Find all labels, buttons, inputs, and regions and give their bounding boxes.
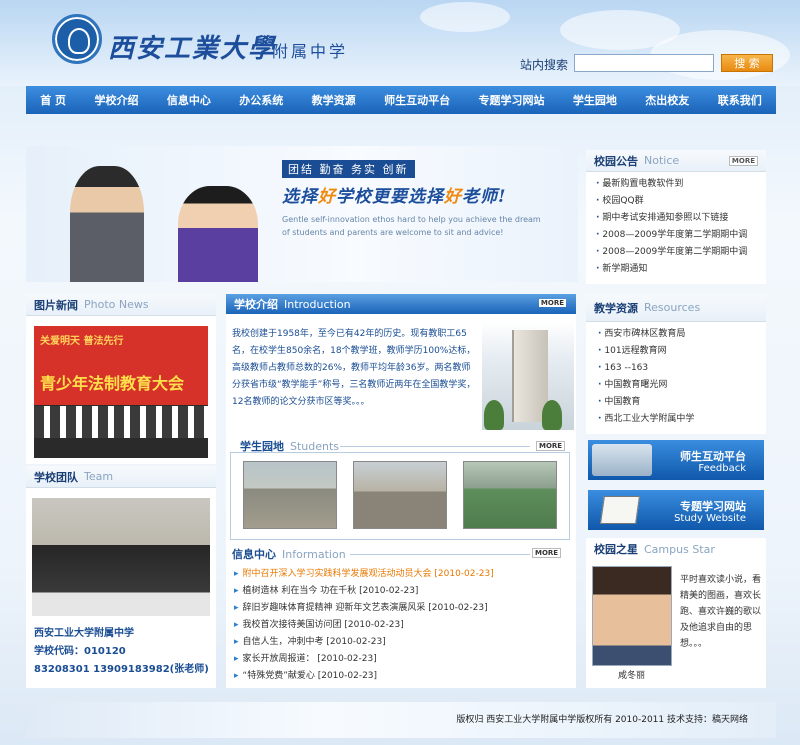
footer-copyright: 版权归 西安工业大学附属中学版权所有 2010-2011 技术支持：稿天网络 [456, 715, 748, 725]
students-title-en: Students [290, 439, 340, 453]
search-button[interactable]: 搜 索 [721, 54, 773, 72]
info-item[interactable]: 辞旧岁趣味体育提精神 迎新年文艺表演展风采 [2010-02-23] [234, 600, 584, 617]
study-label-en: Study Website [674, 513, 746, 524]
team-title: 学校团队 [34, 470, 78, 484]
info-item[interactable]: 家长开放周报道： [2010-02-23] [234, 651, 584, 668]
info-item[interactable]: 植树造林 利在当今 功在千秋 [2010-02-23] [234, 583, 584, 600]
resource-link[interactable]: 西安市碑林区教育局 [598, 326, 766, 343]
info-item[interactable]: 自信人生，冲刺中考 [2010-02-23] [234, 634, 584, 651]
team-title-en: Team [84, 470, 114, 483]
students-more-button[interactable]: MORE [536, 441, 566, 451]
notice-panel: 校园公告 Notice MORE 最新购置电教软件到 校园QQ群 期中考试安排通知参… [586, 150, 766, 284]
resource-link[interactable]: 中国教育 [598, 394, 766, 411]
school-name: 西安工業大學 [108, 34, 277, 64]
notice-item[interactable]: 2008—2009学年度第二学期期中调 [596, 244, 766, 261]
footer: 版权归 西安工业大学附属中学版权所有 2010-2011 技术支持：稿天网络 [26, 702, 776, 738]
photo-news-image[interactable]: 关爱明天 普法先行 青少年法制教育大会 [34, 326, 208, 458]
resources-title: 教学资源 [594, 301, 638, 315]
study-website-link[interactable]: 专题学习网站 Study Website [588, 490, 764, 530]
banner-english: Gentle self-innovation ethos hard to hel… [282, 215, 541, 237]
divider [350, 554, 530, 555]
nav-interaction[interactable]: 师生互动平台 [384, 92, 450, 108]
notice-item[interactable]: 最新购置电教软件到 [596, 176, 766, 193]
search-input[interactable] [574, 54, 714, 72]
nav-about[interactable]: 学校介绍 [94, 92, 138, 108]
photo-news-title-en: Photo News [84, 298, 149, 311]
notebook-icon [600, 496, 640, 524]
notice-title-en: Notice [644, 154, 680, 167]
banner-student-image [178, 186, 258, 282]
nav-info[interactable]: 信息中心 [167, 92, 211, 108]
star-name: 咸冬丽 [618, 671, 646, 681]
intro-more-button[interactable]: MORE [538, 299, 566, 307]
intro-title: 学校介绍 [234, 298, 278, 311]
intro-text: 我校创建于1958年，至今已有42年的历史。现有教职工65名，在校学生850余名… [232, 329, 476, 407]
notice-title: 校园公告 [594, 154, 638, 168]
info-header: 信息中心 Information [232, 546, 346, 562]
banner-slogan: 选择好学校更要选择好老师! [282, 187, 507, 207]
nav-resources[interactable]: 教学资源 [312, 92, 356, 108]
star-title-en: Campus Star [644, 542, 715, 556]
nav-study[interactable]: 专题学习网站 [478, 92, 544, 108]
photo-news-panel: 图片新闻 Photo News 关爱明天 普法先行 青少年法制教育大会 [26, 294, 216, 464]
nav-contact[interactable]: 联系我们 [718, 92, 762, 108]
nav-office[interactable]: 办公系统 [239, 92, 283, 108]
team-contact: 83208301 13909183982(张老师) [34, 664, 209, 675]
nav-students[interactable]: 学生园地 [573, 92, 617, 108]
info-item[interactable]: 我校首次接待美国访问团 [2010-02-23] [234, 617, 584, 634]
notice-item[interactable]: 期中考试安排通知参照以下链接 [596, 210, 766, 227]
star-photo[interactable] [592, 566, 672, 666]
photo-news-banner-top: 关爱明天 普法先行 [40, 336, 124, 347]
notice-item[interactable]: 新学期通知 [596, 261, 766, 278]
resource-link[interactable]: 中国教育曙光网 [598, 377, 766, 394]
main-nav: 首 页 学校介绍 信息中心 办公系统 教学资源 师生互动平台 专题学习网站 学生… [26, 86, 776, 114]
resource-link[interactable]: 西北工业大学附属中学 [598, 411, 766, 428]
student-photo[interactable] [243, 461, 337, 529]
feedback-link[interactable]: 师生互动平台 Feedback [588, 440, 764, 480]
info-title-en: Information [282, 547, 346, 561]
team-school-name: 西安工业大学附属中学 [34, 628, 134, 639]
intro-header: 学校介绍 Introduction MORE [226, 294, 576, 314]
feedback-label-en: Feedback [698, 463, 746, 474]
feedback-label: 师生互动平台 [680, 450, 746, 463]
notice-item[interactable]: 校园QQ群 [596, 193, 766, 210]
school-building-image [482, 322, 574, 430]
team-school-code: 学校代码：010120 [34, 646, 126, 657]
feedback-image [592, 444, 652, 476]
info-item[interactable]: 附中召开深入学习实践科学发展观活动动员大会 [2010-02-23] [234, 566, 584, 583]
student-photo[interactable] [463, 461, 557, 529]
team-photo[interactable] [32, 498, 210, 616]
campus-star-panel: 校园之星 Campus Star 咸冬丽 平时喜欢读小说，看精美的图画，喜欢长跑、… [586, 538, 766, 688]
resources-title-en: Resources [644, 301, 701, 314]
banner-tagline: 团结 勤奋 务实 创新 [282, 160, 415, 178]
notice-item[interactable]: 2008—2009学年度第二学期期中调 [596, 227, 766, 244]
resource-link[interactable]: 101远程教育网 [598, 343, 766, 360]
photo-news-banner-text: 青少年法制教育大会 [40, 374, 185, 393]
team-panel: 学校团队 Team 西安工业大学附属中学 学校代码：010120 83208301… [26, 466, 216, 688]
info-title: 信息中心 [232, 548, 276, 561]
students-gallery [230, 452, 570, 540]
info-list: 附中召开深入学习实践科学发展观活动动员大会 [2010-02-23] 植树造林 … [234, 566, 584, 685]
resources-panel: 教学资源 Resources 西安市碑林区教育局 101远程教育网 163 --1… [586, 294, 766, 434]
nav-home[interactable]: 首 页 [40, 92, 66, 108]
student-photo[interactable] [353, 461, 447, 529]
school-logo[interactable] [52, 14, 102, 64]
photo-news-title: 图片新闻 [34, 298, 78, 312]
resource-link[interactable]: 163 --163 [598, 360, 766, 377]
star-description: 平时喜欢读小说，看精美的图画，喜欢长跑、喜欢许巍的歌以及他追求自由的思想。。。 [680, 575, 762, 649]
info-item[interactable]: “特殊党费”献爱心 [2010-02-23] [234, 668, 584, 685]
notice-more-button[interactable]: MORE [728, 156, 758, 166]
info-more-button[interactable]: MORE [532, 548, 562, 558]
star-title: 校园之星 [594, 543, 638, 556]
search-label: 站内搜索 [520, 58, 569, 72]
intro-title-en: Introduction [284, 297, 351, 311]
divider [340, 446, 530, 447]
school-subtitle: 附属中学 [272, 42, 349, 61]
banner-teacher-image [70, 166, 144, 282]
nav-alumni[interactable]: 杰出校友 [645, 92, 689, 108]
study-label: 专题学习网站 [680, 500, 746, 513]
